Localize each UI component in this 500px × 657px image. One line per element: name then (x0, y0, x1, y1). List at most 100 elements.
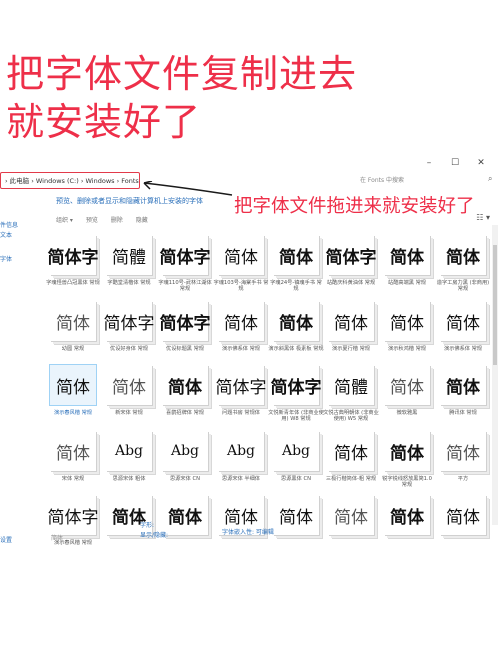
font-tile[interactable]: 简体 (384, 431, 430, 471)
status-embedding: 字体嵌入性: 可编辑 (222, 529, 274, 536)
font-preview-glyph: 简体 (390, 507, 424, 528)
nav-item-fonts[interactable]: 字体 (0, 254, 12, 263)
address-bar: › 此电脑 › Windows (C:) › Windows › Fonts 在… (0, 171, 500, 191)
font-preview-glyph: 简体 (279, 313, 313, 334)
font-preview-glyph: 简体 (168, 507, 202, 528)
font-preview-glyph: 简体 (446, 313, 480, 334)
font-tile-label: 思源宋体 半细体 (222, 476, 260, 482)
font-tile[interactable]: 简体 (218, 235, 264, 275)
font-tile-label: 微软雅黑 (396, 410, 418, 416)
font-preview-glyph: 简体 (56, 377, 90, 398)
font-tile-label: 演示秋鸿楷 常规 (388, 346, 426, 352)
close-button[interactable]: ✕ (472, 155, 490, 171)
font-tile[interactable]: 简体字 (215, 365, 267, 405)
font-tile[interactable]: 简体字 (160, 301, 211, 341)
font-preview-glyph: 简体 (446, 443, 480, 464)
maximize-button[interactable]: ☐ (446, 155, 464, 171)
font-tile[interactable]: 简体字 (103, 301, 155, 341)
nav-item-text[interactable]: 文本 (0, 230, 12, 239)
organize-button[interactable]: 组织 ▾ (56, 217, 73, 224)
font-tile[interactable]: 简体 (384, 495, 430, 535)
font-tile[interactable]: Abg (106, 431, 152, 471)
font-tile-label: 问题书房 常规体 (222, 410, 260, 416)
preview-button[interactable]: 预览 (86, 217, 98, 224)
font-tile[interactable]: 简体 (50, 365, 96, 405)
font-tile-label: 平方 (457, 476, 469, 482)
font-tile[interactable]: 简体 (50, 301, 96, 341)
font-tile[interactable]: 简体字 (47, 235, 99, 275)
status-preview: 简体 (51, 535, 64, 542)
font-tile[interactable]: 简体 (218, 301, 264, 341)
font-tile[interactable]: Abg (273, 431, 319, 471)
font-preview-glyph: 简体 (446, 247, 480, 268)
scrollbar-thumb[interactable] (493, 245, 497, 365)
vertical-scrollbar[interactable] (492, 225, 498, 525)
minimize-button[interactable]: – (420, 155, 438, 171)
font-tile-label: 造字工房力黑 (非商用) 常规 (436, 280, 490, 293)
font-preview-glyph: 简体 (334, 313, 368, 334)
font-tile[interactable]: 简体字 (270, 365, 322, 405)
font-preview-glyph: 简体字 (47, 247, 99, 268)
window-controls: – ☐ ✕ (420, 155, 500, 171)
font-tile-label: 三极行楷简体-粗 常规 (325, 476, 377, 482)
font-tile[interactable]: 简體 (106, 235, 152, 275)
font-tile[interactable]: 简体 (384, 235, 430, 275)
font-tile[interactable]: 简体 (328, 495, 374, 535)
font-tile[interactable]: 简体 (328, 301, 374, 341)
font-tile[interactable]: 简体 (328, 431, 374, 471)
font-preview-glyph: 简体 (279, 247, 313, 268)
nav-item-settings[interactable]: 设置 (0, 535, 12, 544)
font-tile[interactable]: 简体 (162, 365, 208, 405)
font-tile-label: 喜鹊招牌体 常规 (166, 410, 204, 416)
search-icon[interactable]: ⌕ (488, 174, 492, 184)
font-preview-glyph: 简体字 (47, 507, 99, 528)
font-tile-label: 字酷堂清楷体 常规 (107, 280, 151, 286)
font-tile[interactable]: 简体 (384, 365, 430, 405)
font-preview-glyph: 简体 (334, 443, 368, 464)
font-preview-glyph: 简体 (446, 507, 480, 528)
page-description: 预览、删除或者显示和隐藏计算机上安装的字体 (56, 197, 203, 205)
view-options-icon[interactable]: ☷ ▾ (476, 213, 490, 222)
breadcrumb[interactable]: › 此电脑 › Windows (C:) › Windows › Fonts (0, 172, 140, 189)
font-tile[interactable]: 简体 (273, 235, 319, 275)
font-tile[interactable]: 简体字 (47, 495, 99, 535)
font-tile-label: 演示斜黑体 极素板 常规 (268, 346, 324, 352)
font-tile[interactable]: 简体 (162, 495, 208, 535)
font-preview-glyph: 简体字 (103, 313, 155, 334)
font-preview-glyph: 简体字 (325, 247, 377, 268)
font-tile[interactable]: Abg (162, 431, 208, 471)
delete-button[interactable]: 删除 (111, 217, 123, 224)
font-tile[interactable]: 简体 (440, 301, 486, 341)
font-tile[interactable]: 简体 (440, 431, 486, 471)
font-tile[interactable]: 简体 (440, 235, 486, 275)
font-tile[interactable]: 简体 (384, 301, 430, 341)
font-tile[interactable]: 简体 (106, 365, 152, 405)
font-tile-label: 幼圆 常规 (61, 346, 85, 352)
font-tile-label: 演示春风楷 常规 (54, 410, 92, 416)
font-tile[interactable]: 简体 (50, 431, 96, 471)
font-tile-label: 优设标题黑 常规 (166, 346, 204, 352)
hide-button[interactable]: 隐藏 (136, 217, 148, 224)
font-tile[interactable]: 简体 (440, 495, 486, 535)
font-preview-glyph: 简体 (224, 247, 258, 268)
font-preview-glyph: 简体 (224, 313, 258, 334)
font-tile-label: 演示佛系体 常规 (444, 346, 482, 352)
font-tile[interactable]: 简體 (328, 365, 374, 405)
font-preview-glyph: 简体字 (270, 377, 322, 398)
font-preview-glyph: 简体字 (215, 377, 267, 398)
nav-item-file-info[interactable]: 件信息 (0, 220, 18, 229)
font-tile[interactable]: 简体 (273, 495, 319, 535)
font-tile[interactable]: 简体 (440, 365, 486, 405)
font-tile[interactable]: Abg (218, 431, 264, 471)
headline-line-1: 把字体文件复制进去 (6, 52, 358, 96)
font-preview-glyph: Abg (281, 443, 311, 459)
font-tile-label: 演示佛系体 常规 (222, 346, 260, 352)
font-preview-glyph: 简体 (390, 313, 424, 334)
font-tile-label: 思源宋体 CN (170, 476, 200, 482)
font-preview-glyph: 简体 (446, 377, 480, 398)
font-tile[interactable]: 简体字 (160, 235, 211, 275)
font-tile[interactable]: 简体字 (325, 235, 377, 275)
font-tile-label: 文悦古典明朝体 (非商业使用) W5 常规 (323, 410, 379, 423)
search-input[interactable]: 在 Fonts 中搜索 (360, 175, 404, 184)
font-tile[interactable]: 简体 (273, 301, 319, 341)
